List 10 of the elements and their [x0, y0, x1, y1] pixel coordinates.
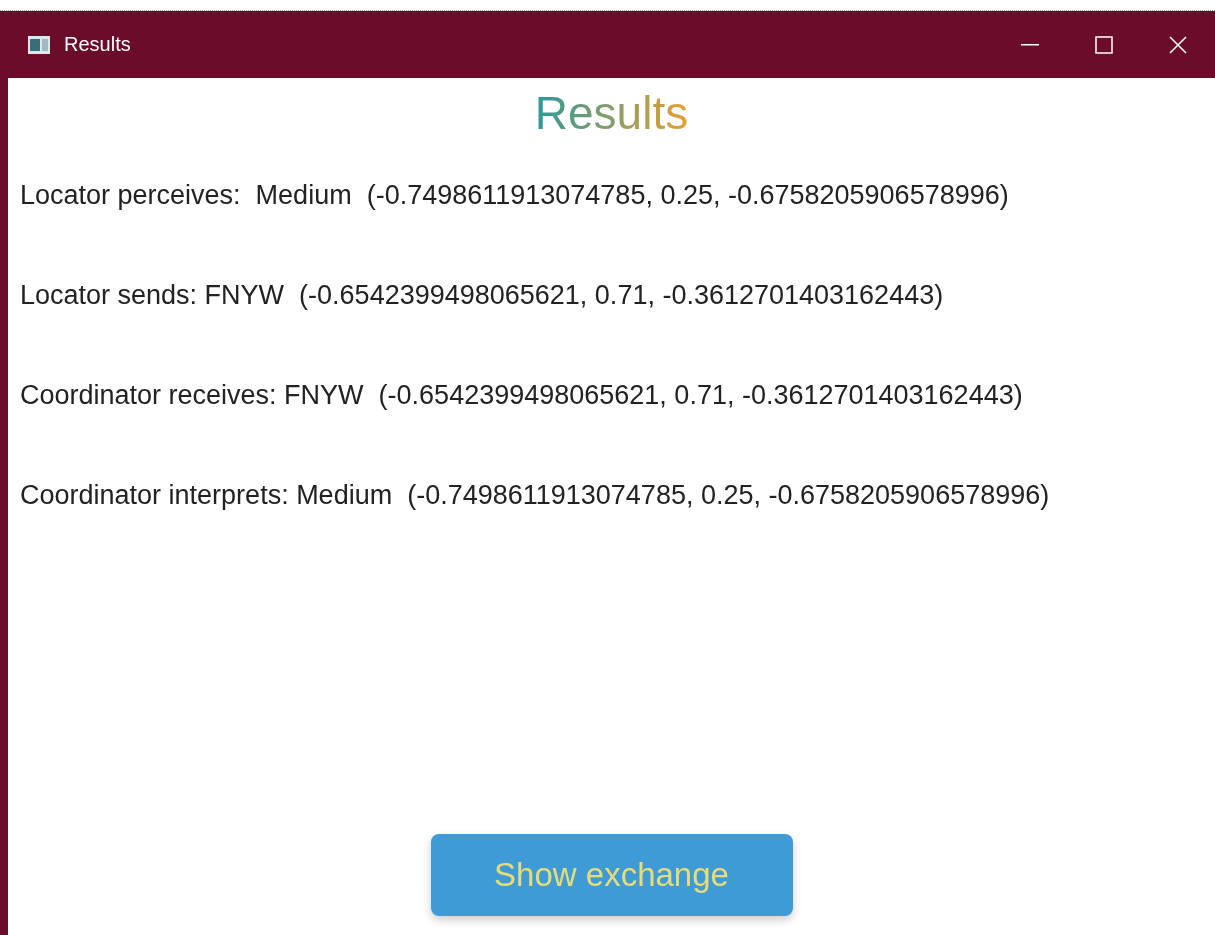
maximize-icon	[1095, 35, 1113, 54]
result-line: Locator perceives: Medium (-0.7498611913074785, 0.25, -0.6758205906578996)	[20, 180, 1009, 210]
result-line: Coordinator interprets: Medium (-0.7498611913074785, 0.25, -0.6758205906578996)	[20, 480, 1050, 510]
app-icon	[28, 35, 50, 54]
close-icon	[1168, 34, 1188, 55]
result-line: Locator sends: FNYW (-0.6542399498065621, 0.71, -0.3612701403162443)	[20, 280, 944, 310]
window-title: Results	[64, 33, 132, 56]
show-exchange-button[interactable]: Show exchange	[430, 834, 793, 916]
result-line: Coordinator receives: FNYW (-0.6542399498065621, 0.71, -0.3612701403162443)	[20, 380, 1023, 410]
minimize-icon	[1021, 43, 1039, 46]
